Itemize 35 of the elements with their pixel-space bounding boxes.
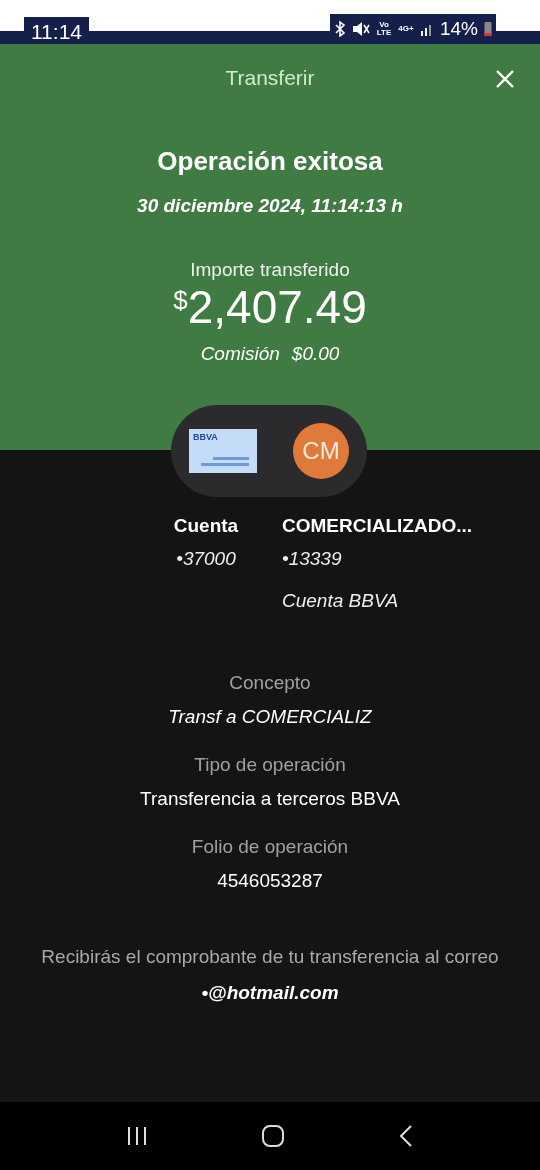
fee-value: $0.00 bbox=[291, 343, 340, 365]
detail-label: Folio de operación bbox=[191, 835, 349, 859]
account-name: COMERCIALIZADO... bbox=[282, 514, 472, 538]
fee-label: Comisión bbox=[200, 343, 280, 365]
avatar-initials: CM bbox=[293, 423, 349, 479]
volte-label: Vo LTE bbox=[375, 21, 392, 37]
detail-value: Transf a COMERCIALIZ bbox=[168, 705, 372, 729]
operation-date: 30 diciembre 2024, 11:14:13 h bbox=[137, 195, 403, 217]
detail-value: Transferencia a terceros BBVA bbox=[140, 787, 400, 811]
card-brand-label: BBVA bbox=[193, 432, 219, 442]
recents-icon bbox=[126, 1125, 149, 1147]
account-name: Cuenta bbox=[173, 514, 239, 538]
bluetooth-icon bbox=[333, 20, 346, 38]
back-icon bbox=[397, 1124, 414, 1148]
account-number: •37000 bbox=[176, 547, 236, 571]
mute-icon bbox=[351, 21, 370, 37]
amount-label: Importe transferido bbox=[190, 259, 350, 281]
account-type: Cuenta BBVA bbox=[282, 589, 400, 613]
network-label: 4G+ bbox=[397, 25, 414, 33]
success-title: Operación exitosa bbox=[157, 146, 383, 177]
signal-icon bbox=[419, 22, 434, 36]
screen-title: Transferir bbox=[225, 66, 315, 90]
close-icon bbox=[495, 69, 515, 89]
email-address: •@hotmail.com bbox=[201, 981, 339, 1005]
close-button[interactable] bbox=[494, 68, 516, 90]
battery-percent: 14% bbox=[439, 18, 478, 40]
currency-sign: $ bbox=[173, 285, 188, 315]
amount-value: 2,407.49 bbox=[187, 281, 367, 333]
receipt-notice: Recibirás el comprobante de tu transferencia al correo bbox=[41, 945, 499, 969]
home-icon bbox=[261, 1124, 285, 1148]
detail-value: 4546053287 bbox=[217, 869, 323, 893]
detail-label: Concepto bbox=[229, 671, 311, 695]
detail-label: Tipo de operación bbox=[194, 753, 346, 777]
account-number: •13339 bbox=[282, 547, 343, 571]
battery-icon bbox=[484, 21, 492, 37]
